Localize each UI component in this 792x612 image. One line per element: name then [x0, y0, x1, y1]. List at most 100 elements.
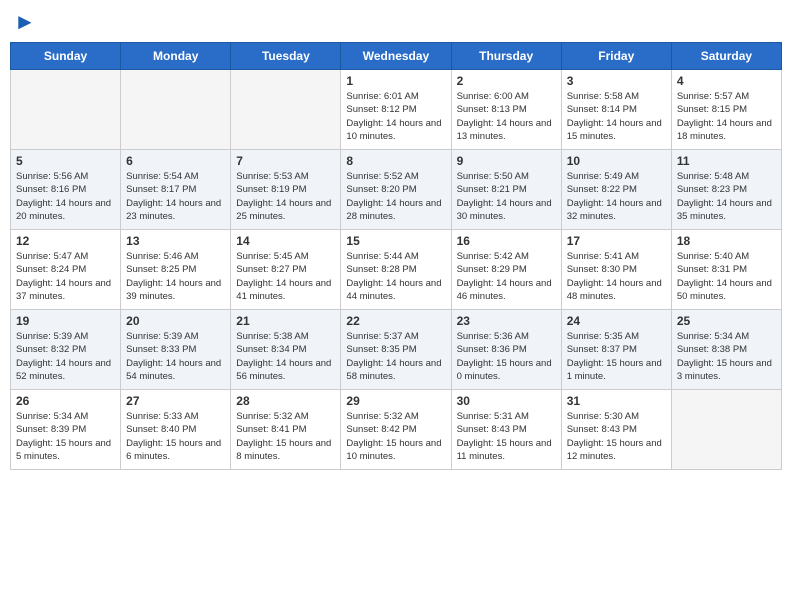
calendar-cell: 6 Sunrise: 5:54 AMSunset: 8:17 PMDaylight…	[121, 150, 231, 230]
calendar-cell: 10 Sunrise: 5:49 AMSunset: 8:22 PMDayligh…	[561, 150, 671, 230]
col-header-wednesday: Wednesday	[341, 43, 451, 70]
day-number: 9	[457, 154, 556, 168]
cell-info: Sunrise: 5:34 AMSunset: 8:38 PMDaylight:…	[677, 330, 776, 383]
col-header-sunday: Sunday	[11, 43, 121, 70]
calendar-cell: 4 Sunrise: 5:57 AMSunset: 8:15 PMDaylight…	[671, 70, 781, 150]
day-number: 2	[457, 74, 556, 88]
day-number: 6	[126, 154, 225, 168]
day-number: 30	[457, 394, 556, 408]
day-number: 14	[236, 234, 335, 248]
day-number: 11	[677, 154, 776, 168]
day-number: 23	[457, 314, 556, 328]
cell-info: Sunrise: 5:44 AMSunset: 8:28 PMDaylight:…	[346, 250, 445, 303]
calendar-cell: 19 Sunrise: 5:39 AMSunset: 8:32 PMDayligh…	[11, 310, 121, 390]
calendar-cell: 12 Sunrise: 5:47 AMSunset: 8:24 PMDayligh…	[11, 230, 121, 310]
cell-info: Sunrise: 5:50 AMSunset: 8:21 PMDaylight:…	[457, 170, 556, 223]
calendar-cell: 24Sunrise: 5:35 AMSunset: 8:37 PMDayligh…	[561, 310, 671, 390]
day-number: 16	[457, 234, 556, 248]
calendar-cell: 9 Sunrise: 5:50 AMSunset: 8:21 PMDaylight…	[451, 150, 561, 230]
cell-info: Sunrise: 5:39 AMSunset: 8:32 PMDaylight:…	[16, 330, 115, 383]
calendar-cell: 2 Sunrise: 6:00 AMSunset: 8:13 PMDaylight…	[451, 70, 561, 150]
calendar-cell	[671, 390, 781, 470]
day-number: 18	[677, 234, 776, 248]
cell-info: Sunrise: 5:47 AMSunset: 8:24 PMDaylight:…	[16, 250, 115, 303]
calendar-cell: 16 Sunrise: 5:42 AMSunset: 8:29 PMDayligh…	[451, 230, 561, 310]
day-number: 25	[677, 314, 776, 328]
calendar-cell: 11 Sunrise: 5:48 AMSunset: 8:23 PMDayligh…	[671, 150, 781, 230]
day-number: 4	[677, 74, 776, 88]
calendar-cell: 27 Sunrise: 5:33 AMSunset: 8:40 PMDayligh…	[121, 390, 231, 470]
calendar-cell: 1 Sunrise: 6:01 AMSunset: 8:12 PMDaylight…	[341, 70, 451, 150]
calendar-cell	[11, 70, 121, 150]
calendar-header-row: SundayMondayTuesdayWednesdayThursdayFrid…	[11, 43, 782, 70]
cell-info: Sunrise: 5:32 AMSunset: 8:41 PMDaylight:…	[236, 410, 335, 463]
day-number: 1	[346, 74, 445, 88]
cell-info: Sunrise: 5:52 AMSunset: 8:20 PMDaylight:…	[346, 170, 445, 223]
day-number: 5	[16, 154, 115, 168]
cell-info: Sunrise: 5:57 AMSunset: 8:15 PMDaylight:…	[677, 90, 776, 143]
cell-info: Sunrise: 5:38 AMSunset: 8:34 PMDaylight:…	[236, 330, 335, 383]
calendar-cell: 26 Sunrise: 5:34 AMSunset: 8:39 PMDayligh…	[11, 390, 121, 470]
calendar-cell	[121, 70, 231, 150]
cell-info: Sunrise: 5:48 AMSunset: 8:23 PMDaylight:…	[677, 170, 776, 223]
day-number: 29	[346, 394, 445, 408]
cell-info: Sunrise: 5:42 AMSunset: 8:29 PMDaylight:…	[457, 250, 556, 303]
col-header-monday: Monday	[121, 43, 231, 70]
calendar-cell: 13Sunrise: 5:46 AMSunset: 8:25 PMDayligh…	[121, 230, 231, 310]
calendar-cell: 22 Sunrise: 5:37 AMSunset: 8:35 PMDayligh…	[341, 310, 451, 390]
cell-info: Sunrise: 6:01 AMSunset: 8:12 PMDaylight:…	[346, 90, 445, 143]
calendar-week-4: 19 Sunrise: 5:39 AMSunset: 8:32 PMDayligh…	[11, 310, 782, 390]
calendar-cell: 14Sunrise: 5:45 AMSunset: 8:27 PMDayligh…	[231, 230, 341, 310]
day-number: 20	[126, 314, 225, 328]
calendar-week-2: 5Sunrise: 5:56 AMSunset: 8:16 PMDaylight…	[11, 150, 782, 230]
calendar-cell: 28 Sunrise: 5:32 AMSunset: 8:41 PMDayligh…	[231, 390, 341, 470]
day-number: 15	[346, 234, 445, 248]
day-number: 19	[16, 314, 115, 328]
day-number: 31	[567, 394, 666, 408]
cell-info: Sunrise: 5:39 AMSunset: 8:33 PMDaylight:…	[126, 330, 225, 383]
col-header-saturday: Saturday	[671, 43, 781, 70]
cell-info: Sunrise: 5:34 AMSunset: 8:39 PMDaylight:…	[16, 410, 115, 463]
day-number: 21	[236, 314, 335, 328]
calendar-table: SundayMondayTuesdayWednesdayThursdayFrid…	[10, 42, 782, 470]
day-number: 8	[346, 154, 445, 168]
calendar-cell: 8 Sunrise: 5:52 AMSunset: 8:20 PMDaylight…	[341, 150, 451, 230]
calendar-cell: 30 Sunrise: 5:31 AMSunset: 8:43 PMDayligh…	[451, 390, 561, 470]
logo: ►	[14, 10, 36, 34]
cell-info: Sunrise: 5:37 AMSunset: 8:35 PMDaylight:…	[346, 330, 445, 383]
cell-info: Sunrise: 5:30 AMSunset: 8:43 PMDaylight:…	[567, 410, 666, 463]
day-number: 22	[346, 314, 445, 328]
day-number: 26	[16, 394, 115, 408]
cell-info: Sunrise: 5:41 AMSunset: 8:30 PMDaylight:…	[567, 250, 666, 303]
day-number: 27	[126, 394, 225, 408]
col-header-friday: Friday	[561, 43, 671, 70]
calendar-cell: 3 Sunrise: 5:58 AMSunset: 8:14 PMDaylight…	[561, 70, 671, 150]
calendar-week-1: 1 Sunrise: 6:01 AMSunset: 8:12 PMDaylight…	[11, 70, 782, 150]
calendar-cell: 23 Sunrise: 5:36 AMSunset: 8:36 PMDayligh…	[451, 310, 561, 390]
header: ►	[10, 10, 782, 34]
calendar-cell: 7Sunrise: 5:53 AMSunset: 8:19 PMDaylight…	[231, 150, 341, 230]
cell-info: Sunrise: 5:53 AMSunset: 8:19 PMDaylight:…	[236, 170, 335, 223]
logo-text: ►	[14, 10, 36, 34]
cell-info: Sunrise: 5:58 AMSunset: 8:14 PMDaylight:…	[567, 90, 666, 143]
day-number: 10	[567, 154, 666, 168]
cell-info: Sunrise: 5:40 AMSunset: 8:31 PMDaylight:…	[677, 250, 776, 303]
calendar-cell: 17Sunrise: 5:41 AMSunset: 8:30 PMDayligh…	[561, 230, 671, 310]
calendar-cell: 20 Sunrise: 5:39 AMSunset: 8:33 PMDayligh…	[121, 310, 231, 390]
cell-info: Sunrise: 5:31 AMSunset: 8:43 PMDaylight:…	[457, 410, 556, 463]
calendar-week-5: 26 Sunrise: 5:34 AMSunset: 8:39 PMDayligh…	[11, 390, 782, 470]
calendar-cell: 18 Sunrise: 5:40 AMSunset: 8:31 PMDayligh…	[671, 230, 781, 310]
cell-info: Sunrise: 5:33 AMSunset: 8:40 PMDaylight:…	[126, 410, 225, 463]
cell-info: Sunrise: 5:49 AMSunset: 8:22 PMDaylight:…	[567, 170, 666, 223]
day-number: 12	[16, 234, 115, 248]
cell-info: Sunrise: 5:36 AMSunset: 8:36 PMDaylight:…	[457, 330, 556, 383]
calendar-week-3: 12 Sunrise: 5:47 AMSunset: 8:24 PMDayligh…	[11, 230, 782, 310]
day-number: 3	[567, 74, 666, 88]
cell-info: Sunrise: 6:00 AMSunset: 8:13 PMDaylight:…	[457, 90, 556, 143]
cell-info: Sunrise: 5:35 AMSunset: 8:37 PMDaylight:…	[567, 330, 666, 383]
calendar-cell: 21 Sunrise: 5:38 AMSunset: 8:34 PMDayligh…	[231, 310, 341, 390]
col-header-thursday: Thursday	[451, 43, 561, 70]
calendar-cell: 15 Sunrise: 5:44 AMSunset: 8:28 PMDayligh…	[341, 230, 451, 310]
day-number: 28	[236, 394, 335, 408]
cell-info: Sunrise: 5:54 AMSunset: 8:17 PMDaylight:…	[126, 170, 225, 223]
